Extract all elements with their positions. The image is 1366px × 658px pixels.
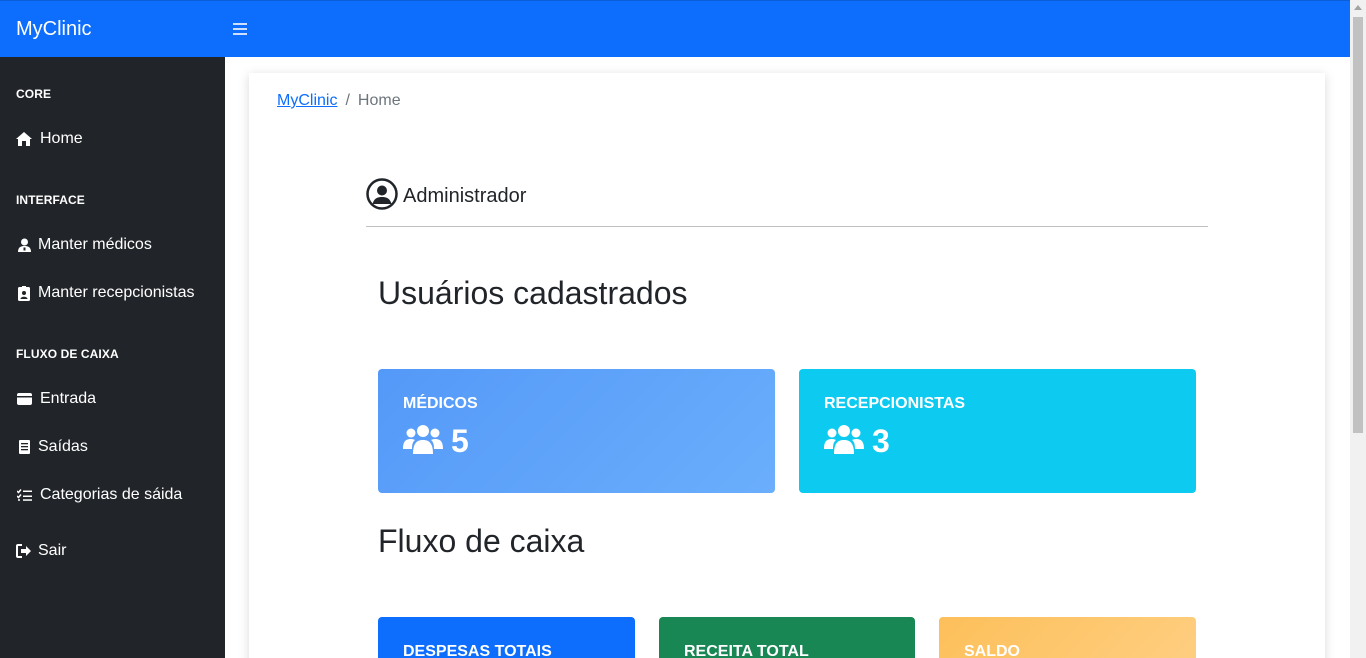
divider xyxy=(366,226,1208,227)
sidebar-item-label: Categorias de sáida xyxy=(40,486,183,503)
breadcrumb-link-myclinic[interactable]: MyClinic xyxy=(277,92,337,110)
recepcionistas-card[interactable]: RECEPCIONISTAS 3 xyxy=(799,369,1196,493)
sidebar-heading-interface: INTERFACE xyxy=(16,193,85,207)
scroll-up-arrow-icon[interactable] xyxy=(1354,5,1362,10)
breadcrumb: MyClinic / Home xyxy=(277,92,401,110)
users-icon xyxy=(824,423,864,460)
users-section-title: Usuários cadastrados xyxy=(378,275,688,311)
receipt-icon xyxy=(16,439,32,455)
sign-out-icon xyxy=(16,543,32,559)
sidebar-item-categorias-de-saida[interactable]: Categorias de sáida xyxy=(16,483,182,507)
medicos-count: 5 xyxy=(451,423,469,459)
id-badge-icon xyxy=(16,285,32,301)
logout-button[interactable]: Sair xyxy=(16,539,66,563)
despesas-totais-card[interactable]: DESPESAS TOTAIS xyxy=(378,617,635,658)
sidebar-heading-fluxo-de-caixa: FLUXO DE CAIXA xyxy=(16,347,119,361)
receita-total-label: RECEITA TOTAL xyxy=(684,643,809,658)
users-icon xyxy=(403,423,443,460)
top-navbar: MyClinic xyxy=(0,0,1350,57)
sidebar-item-manter-recepcionistas[interactable]: Manter recepcionistas xyxy=(16,281,195,305)
cash-section-title: Fluxo de caixa xyxy=(378,523,585,559)
sidebar-item-label: Entrada xyxy=(40,390,97,407)
sidebar-item-entrada[interactable]: Entrada xyxy=(16,387,96,411)
home-icon xyxy=(16,131,32,147)
breadcrumb-separator: / xyxy=(345,92,350,109)
logout-label: Sair xyxy=(38,542,67,559)
brand-logo[interactable]: MyClinic xyxy=(16,18,92,41)
saldo-card[interactable]: SALDO xyxy=(939,617,1196,658)
list-check-icon xyxy=(16,487,32,503)
despesas-totais-label: DESPESAS TOTAIS xyxy=(403,643,552,658)
doctor-icon xyxy=(16,237,32,253)
sidebar-item-label: Home xyxy=(40,130,83,147)
sidebar-item-label: Manter recepcionistas xyxy=(38,284,195,301)
wallet-icon xyxy=(16,391,32,407)
recepcionistas-card-label: RECEPCIONISTAS xyxy=(824,395,966,412)
admin-header: Administrador xyxy=(366,178,526,215)
hamburger-icon[interactable] xyxy=(233,20,247,38)
recepcionistas-count: 3 xyxy=(872,423,890,459)
receita-total-card[interactable]: RECEITA TOTAL xyxy=(659,617,915,658)
breadcrumb-current: Home xyxy=(357,92,401,109)
sidebar-item-manter-medicos[interactable]: Manter médicos xyxy=(16,233,152,257)
medicos-card[interactable]: MÉDICOS 5 xyxy=(378,369,775,493)
page-scrollbar[interactable] xyxy=(1350,0,1366,658)
main-content: MyClinic / Home Administrador Usuários c… xyxy=(249,73,1325,658)
sidebar-item-saidas[interactable]: Saídas xyxy=(16,435,88,459)
sidebar-item-label: Saídas xyxy=(38,438,88,455)
sidebar-heading-core: CORE xyxy=(16,87,52,101)
scrollbar-thumb[interactable] xyxy=(1353,17,1363,433)
sidebar: CORE Home INTERFACE Manter médicos Mante… xyxy=(0,57,225,658)
saldo-label: SALDO xyxy=(964,643,1020,658)
user-circle-icon xyxy=(366,178,398,215)
sidebar-item-home[interactable]: Home xyxy=(16,127,83,151)
medicos-card-label: MÉDICOS xyxy=(403,395,478,412)
admin-name: Administrador xyxy=(403,185,527,207)
sidebar-item-label: Manter médicos xyxy=(38,236,152,253)
